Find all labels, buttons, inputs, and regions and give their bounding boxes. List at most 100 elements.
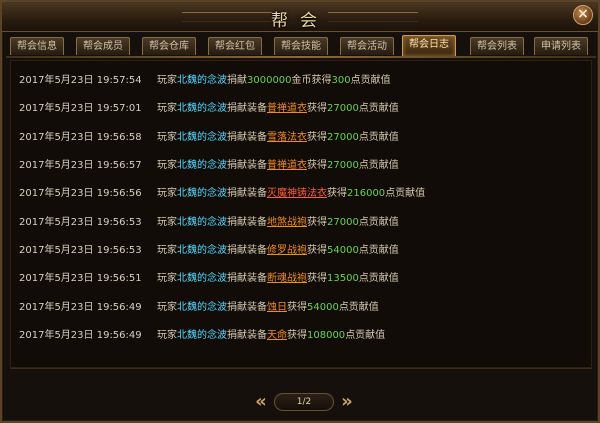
gain-label: 获得 xyxy=(307,160,327,171)
log-prefix: 玩家 xyxy=(157,132,177,143)
player-name[interactable]: 北魏的念波 xyxy=(177,217,227,228)
title-ornament-right xyxy=(328,12,418,22)
contribution-points: 300 xyxy=(331,75,351,86)
log-row: 2017年5月23日 19:56:56 玩家北魏的念波捐献装备灭魔神铸法衣获得21… xyxy=(19,187,425,201)
log-suffix: 点贡献值 xyxy=(358,132,399,143)
tab-guild-warehouse[interactable]: 帮会仓库 xyxy=(142,37,196,55)
log-prefix: 玩家 xyxy=(157,302,177,313)
item-link[interactable]: 普禅道衣 xyxy=(267,160,307,171)
gain-label: 获得 xyxy=(327,188,347,199)
donation-amount: 3000000 xyxy=(247,75,292,86)
gain-label: 获得 xyxy=(307,273,327,284)
close-button[interactable]: × xyxy=(573,5,593,25)
item-link[interactable]: 雪落法衣 xyxy=(267,132,307,143)
contribution-points: 27000 xyxy=(327,217,359,228)
player-name[interactable]: 北魏的念波 xyxy=(177,330,227,341)
player-name[interactable]: 北魏的念波 xyxy=(177,302,227,313)
item-link[interactable]: 普禅道衣 xyxy=(267,103,307,114)
log-action: 捐献装备 xyxy=(227,132,267,143)
log-row: 2017年5月23日 19:56:49 玩家北魏的念波捐献装备蚀日获得54000点… xyxy=(19,301,379,315)
player-name[interactable]: 北魏的念波 xyxy=(177,75,227,86)
chevron-left-icon[interactable]: « xyxy=(252,392,270,412)
log-prefix: 玩家 xyxy=(157,217,177,228)
log-time: 2017年5月23日 19:56:53 xyxy=(19,245,142,256)
log-row: 2017年5月23日 19:57:54 玩家北魏的念波捐献3000000金币获得3… xyxy=(19,74,391,88)
log-time: 2017年5月23日 19:56:56 xyxy=(19,188,142,199)
tab-guild-list[interactable]: 帮会列表 xyxy=(470,37,524,55)
window-title: 帮会 xyxy=(271,11,329,31)
log-time: 2017年5月23日 19:56:57 xyxy=(19,160,142,171)
log-row: 2017年5月23日 19:56:49 玩家北魏的念波捐献装备天命获得108000… xyxy=(19,329,385,343)
log-action: 捐献装备 xyxy=(227,160,267,171)
item-link[interactable]: 断魂战袍 xyxy=(267,273,307,284)
log-action: 捐献装备 xyxy=(227,217,267,228)
item-link[interactable]: 灭魔神铸法衣 xyxy=(267,188,327,199)
item-link[interactable]: 蚀日 xyxy=(267,302,287,313)
gain-label: 获得 xyxy=(307,245,327,256)
contribution-points: 216000 xyxy=(347,188,386,199)
player-name[interactable]: 北魏的念波 xyxy=(177,132,227,143)
tab-underline xyxy=(6,56,596,58)
gain-label: 获得 xyxy=(311,75,332,86)
contribution-points: 108000 xyxy=(307,330,346,341)
page-indicator: 1/2 xyxy=(274,393,334,411)
tab-guild-log[interactable]: 帮会日志 xyxy=(402,35,456,56)
log-time: 2017年5月23日 19:56:58 xyxy=(19,132,142,143)
donation-unit: 金币 xyxy=(291,75,312,86)
gain-label: 获得 xyxy=(287,330,307,341)
log-row: 2017年5月23日 19:56:53 玩家北魏的念波捐献装备地煞战袍获得2700… xyxy=(19,216,399,230)
contribution-points: 54000 xyxy=(327,245,359,256)
tab-guild-info[interactable]: 帮会信息 xyxy=(10,37,64,55)
log-suffix: 点贡献值 xyxy=(358,245,399,256)
guild-window: 帮会 × 帮会信息 帮会成员 帮会仓库 帮会红包 帮会技能 帮会活动 帮会日志 … xyxy=(0,0,600,423)
contribution-points: 13500 xyxy=(327,273,359,284)
log-row: 2017年5月23日 19:56:57 玩家北魏的念波捐献装备普禅道衣获得2700… xyxy=(19,159,399,173)
tab-guild-activities[interactable]: 帮会活动 xyxy=(340,37,394,55)
log-time: 2017年5月23日 19:56:51 xyxy=(19,273,142,284)
tab-guild-members[interactable]: 帮会成员 xyxy=(76,37,130,55)
log-suffix: 点贡献值 xyxy=(358,160,399,171)
log-row: 2017年5月23日 19:56:58 玩家北魏的念波捐献装备雪落法衣获得2700… xyxy=(19,131,399,145)
tab-guild-red-packet[interactable]: 帮会红包 xyxy=(208,37,262,55)
contribution-points: 27000 xyxy=(327,132,359,143)
item-link[interactable]: 天命 xyxy=(267,330,287,341)
contribution-points: 54000 xyxy=(307,302,339,313)
log-suffix: 点贡献值 xyxy=(385,188,426,199)
tab-guild-skills[interactable]: 帮会技能 xyxy=(274,37,328,55)
player-name[interactable]: 北魏的念波 xyxy=(177,245,227,256)
log-row: 2017年5月23日 19:56:51 玩家北魏的念波捐献装备断魂战袍获得1350… xyxy=(19,272,399,286)
player-name[interactable]: 北魏的念波 xyxy=(177,188,227,199)
log-prefix: 玩家 xyxy=(157,103,177,114)
log-suffix: 点贡献值 xyxy=(358,217,399,228)
log-suffix: 点贡献值 xyxy=(345,330,386,341)
chevron-right-icon[interactable]: » xyxy=(338,392,356,412)
gain-label: 获得 xyxy=(287,302,307,313)
log-panel: 2017年5月23日 19:57:54 玩家北魏的念波捐献3000000金币获得3… xyxy=(10,60,592,368)
item-link[interactable]: 地煞战袍 xyxy=(267,217,307,228)
tab-application-list[interactable]: 申请列表 xyxy=(534,37,588,55)
log-prefix: 玩家 xyxy=(157,75,177,86)
log-prefix: 玩家 xyxy=(157,273,177,284)
log-row: 2017年5月23日 19:57:01 玩家北魏的念波捐献装备普禅道衣获得2700… xyxy=(19,102,399,116)
player-name[interactable]: 北魏的念波 xyxy=(177,160,227,171)
title-bar: 帮会 × xyxy=(2,2,598,32)
log-time: 2017年5月23日 19:56:53 xyxy=(19,217,142,228)
player-name[interactable]: 北魏的念波 xyxy=(177,103,227,114)
log-action: 捐献装备 xyxy=(227,188,267,199)
contribution-points: 27000 xyxy=(327,103,359,114)
log-time: 2017年5月23日 19:57:54 xyxy=(19,75,142,86)
log-time: 2017年5月23日 19:57:01 xyxy=(19,103,142,114)
log-prefix: 玩家 xyxy=(157,245,177,256)
log-prefix: 玩家 xyxy=(157,160,177,171)
gain-label: 获得 xyxy=(307,217,327,228)
log-action: 捐献装备 xyxy=(227,330,267,341)
gain-label: 获得 xyxy=(307,132,327,143)
log-action: 捐献装备 xyxy=(227,273,267,284)
player-name[interactable]: 北魏的念波 xyxy=(177,273,227,284)
tab-bar: 帮会信息 帮会成员 帮会仓库 帮会红包 帮会技能 帮会活动 帮会日志 帮会列表 … xyxy=(10,34,594,56)
log-row: 2017年5月23日 19:56:53 玩家北魏的念波捐献装备修罗战袍获得5400… xyxy=(19,244,399,258)
bottom-divider xyxy=(10,368,592,369)
log-suffix: 点贡献值 xyxy=(358,273,399,284)
gain-label: 获得 xyxy=(307,103,327,114)
item-link[interactable]: 修罗战袍 xyxy=(267,245,307,256)
